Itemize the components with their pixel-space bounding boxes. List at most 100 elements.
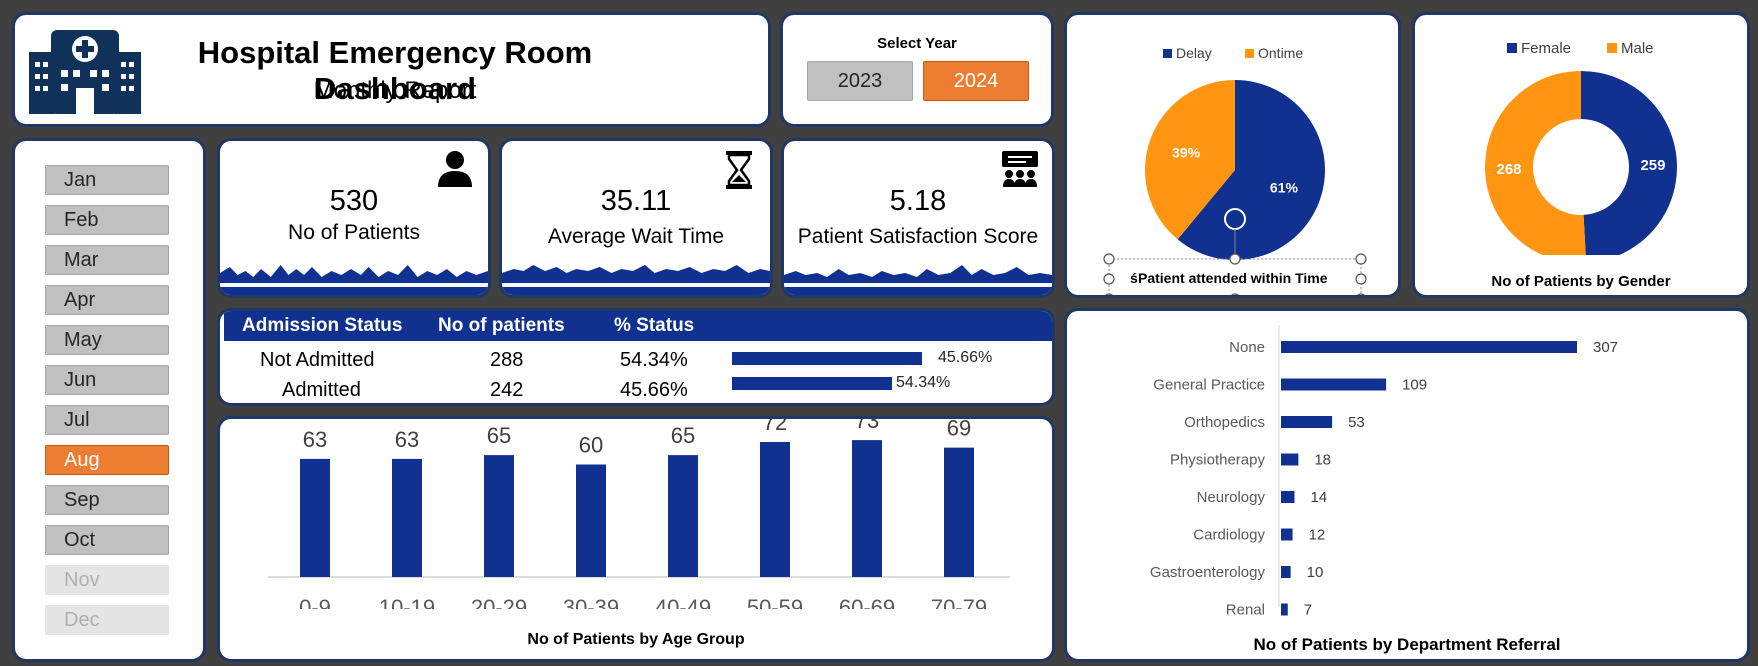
- year-button-2024[interactable]: 2024: [923, 61, 1029, 101]
- age-category-label: 50-59: [747, 595, 803, 609]
- month-button-jul[interactable]: Jul: [45, 405, 169, 435]
- age-bar-value: 72: [763, 419, 787, 435]
- kpi-sparkline-wait-time: [502, 265, 770, 295]
- dept-category-label: Renal: [1226, 602, 1265, 619]
- dept-bar: [1281, 378, 1387, 391]
- month-button-mar[interactable]: Mar: [45, 245, 169, 275]
- kpi-value-wait-time: 35.11: [600, 185, 672, 217]
- ontime-pie-chart: Delay Ontime 61% 39% ś Patient attended withi…: [1103, 45, 1367, 295]
- kpi-label-patients: No of Patients: [288, 221, 420, 244]
- page-subtitle: Monthly Report: [313, 77, 477, 104]
- hospital-icon: [29, 30, 141, 114]
- age-bar: [668, 455, 698, 577]
- admission-header-pct: % Status: [614, 315, 695, 336]
- dept-bar-value: 109: [1402, 377, 1427, 394]
- selection-handle: [1105, 293, 1113, 295]
- pie-slice-label: 61%: [1270, 180, 1299, 196]
- month-slicer: Jan Feb Mar Apr May Jun Jul Aug Sep Oct Nov Dec: [12, 138, 206, 662]
- age-bar-value: 63: [395, 427, 419, 452]
- month-button-nov: Nov: [45, 565, 169, 595]
- admission-status-cell: Admitted: [282, 379, 361, 401]
- dept-bar-value: 18: [1314, 452, 1331, 469]
- kpi-sparkline-patients: [220, 265, 488, 295]
- dept-bar-value: 7: [1304, 602, 1312, 619]
- selection-handle: [1231, 293, 1239, 295]
- age-category-label: 40-49: [655, 595, 711, 609]
- dept-category-label: Gastroenterology: [1150, 564, 1266, 581]
- legend-swatch: [1607, 43, 1617, 53]
- dept-bar-value: 12: [1309, 527, 1326, 544]
- month-button-dec: Dec: [45, 605, 169, 635]
- selection-handle: [1357, 293, 1365, 295]
- month-button-may[interactable]: May: [45, 325, 169, 355]
- month-button-aug[interactable]: Aug: [45, 445, 169, 475]
- age-bar: [852, 440, 882, 577]
- month-button-oct[interactable]: Oct: [45, 525, 169, 555]
- kpi-card-satisfaction: 5.18 Patient Satisfaction Score: [781, 138, 1055, 298]
- age-bar-value: 60: [579, 433, 603, 458]
- year-selector-label: Select Year: [877, 35, 957, 52]
- presentation-audience-icon: [1002, 151, 1038, 187]
- age-category-label: 10-19: [379, 595, 435, 609]
- age-bar-value: 73: [855, 419, 879, 433]
- month-button-apr[interactable]: Apr: [45, 285, 169, 315]
- donut-slice-label: 268: [1497, 161, 1522, 178]
- admission-pct-cell: 45.66%: [620, 379, 688, 401]
- month-button-feb[interactable]: Feb: [45, 205, 169, 235]
- dept-category-label: General Practice: [1153, 377, 1265, 394]
- month-button-jun[interactable]: Jun: [45, 365, 169, 395]
- month-button-jan[interactable]: Jan: [45, 165, 169, 195]
- age-bar: [576, 464, 606, 577]
- month-button-sep[interactable]: Sep: [45, 485, 169, 515]
- year-button-2023[interactable]: 2023: [807, 61, 913, 101]
- legend-entry: Female: [1521, 40, 1571, 57]
- department-referral-chart: None 307 General Practice 109 Orthopedics 53 P…: [1150, 325, 1618, 619]
- age-chart-title: No of Patients by Age Group: [527, 631, 745, 648]
- admission-status-bar: [732, 352, 922, 365]
- ontime-chart-title-prefix: ś: [1130, 270, 1138, 286]
- dept-category-label: Physiotherapy: [1170, 452, 1266, 469]
- dept-bar-value: 307: [1593, 339, 1618, 356]
- kpi-card-wait-time: 35.11 Average Wait Time: [499, 138, 773, 298]
- dept-category-label: Orthopedics: [1184, 414, 1265, 431]
- kpi-label-wait-time: Average Wait Time: [547, 225, 725, 248]
- kpi-value-satisfaction: 5.18: [889, 185, 947, 217]
- age-bar: [760, 442, 790, 577]
- gender-donut-chart: Female Male 259 268: [1485, 40, 1677, 255]
- age-category-label: 0-9: [299, 595, 331, 609]
- age-bar: [392, 458, 422, 577]
- admission-count-cell: 288: [490, 349, 524, 371]
- kpi-card-patients: 530 No of Patients: [217, 138, 491, 298]
- legend-entry: Male: [1621, 40, 1654, 57]
- admission-status-table: Admission Status No of patients % Status…: [217, 308, 1055, 406]
- selection-handle: [1103, 273, 1115, 285]
- department-chart-title: No of Patients by Department Referral: [1253, 635, 1561, 654]
- age-bar: [944, 447, 974, 577]
- age-category-label: 70-79: [931, 595, 987, 609]
- age-group-chart: 63 0-9 63 10-19 65 20-29 60 30-39 65 40-49 72 50-59…: [268, 419, 1010, 609]
- admission-bar-label: 45.66%: [938, 349, 993, 366]
- dept-bar: [1281, 416, 1333, 428]
- selection-handle: [1355, 273, 1367, 285]
- legend-swatch: [1245, 49, 1254, 58]
- ontime-chart-title: Patient attended within Time: [1138, 270, 1328, 286]
- age-bar-value: 69: [947, 419, 971, 441]
- kpi-label-satisfaction: Patient Satisfaction Score: [797, 225, 1039, 248]
- age-bar: [484, 455, 514, 577]
- dept-bar: [1281, 603, 1288, 616]
- admission-bar-label: 54.34%: [896, 374, 951, 391]
- dept-category-label: None: [1229, 339, 1265, 356]
- department-referral-card: None 307 General Practice 109 Orthopedics 53 P…: [1064, 308, 1750, 662]
- ontime-pie-card: Delay Ontime 61% 39% ś Patient attended withi…: [1064, 12, 1401, 298]
- dept-bar: [1281, 341, 1577, 353]
- age-bar: [300, 458, 330, 577]
- admission-header-status: Admission Status: [242, 315, 403, 336]
- donut-slice-label: 259: [1640, 157, 1665, 174]
- age-bar-value: 65: [671, 423, 695, 448]
- legend-swatch: [1163, 49, 1172, 58]
- gender-donut-card: Female Male 259 268 No of Patients by Gende…: [1412, 12, 1750, 298]
- year-selector: Select Year 2023 2024: [780, 12, 1054, 127]
- admission-count-cell: 242: [490, 379, 524, 401]
- admission-table-header: Admission Status No of patients % Status: [224, 311, 1052, 341]
- dept-bar-value: 10: [1307, 564, 1324, 581]
